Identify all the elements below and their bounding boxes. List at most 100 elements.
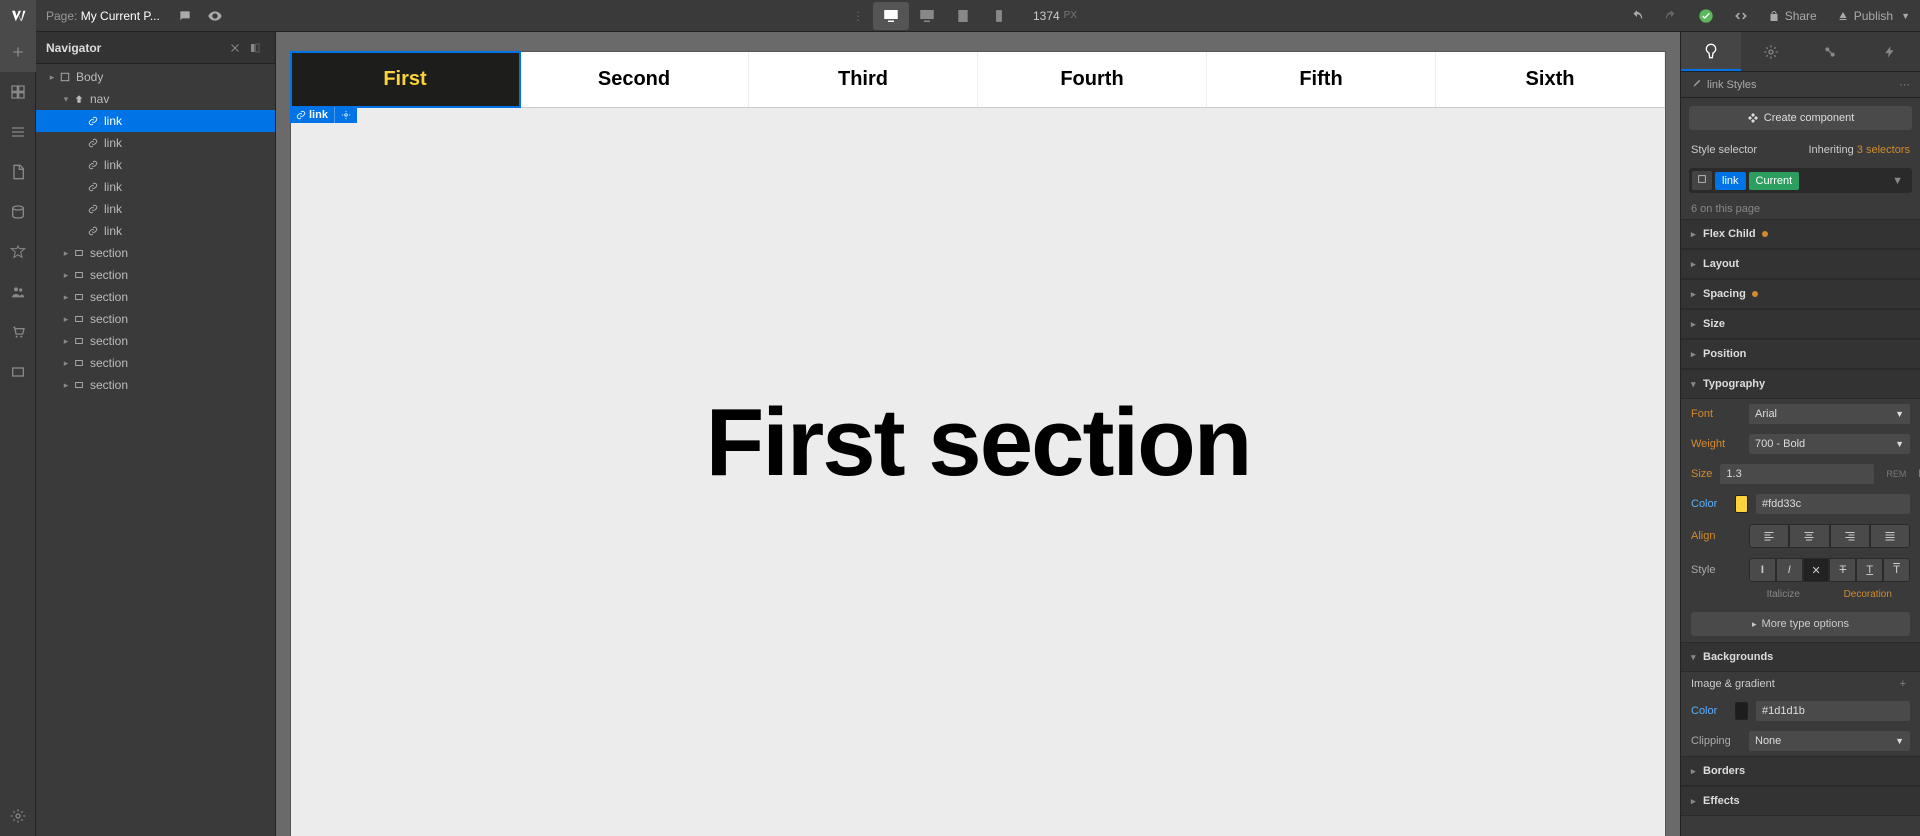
- align-center-button[interactable]: [1789, 524, 1829, 548]
- clipping-select[interactable]: None▼: [1749, 731, 1910, 751]
- effects-tab[interactable]: [1860, 32, 1920, 71]
- deco-strike-button[interactable]: T: [1829, 558, 1856, 582]
- section-backgrounds[interactable]: ▾Backgrounds: [1681, 642, 1920, 672]
- deco-none-button[interactable]: ✕: [1803, 558, 1830, 582]
- section-flex-child[interactable]: ▸Flex Child: [1681, 219, 1920, 249]
- create-component-button[interactable]: Create component: [1689, 106, 1912, 130]
- tree-item-section[interactable]: ▸section: [36, 352, 275, 374]
- status-ok-icon[interactable]: [1688, 0, 1724, 32]
- comments-icon[interactable]: [170, 0, 200, 32]
- navigator-button[interactable]: [0, 112, 36, 152]
- section-size[interactable]: ▸Size: [1681, 309, 1920, 339]
- nav-link-second[interactable]: Second: [520, 52, 749, 107]
- selector-dropdown-icon[interactable]: ▼: [1886, 175, 1909, 187]
- page-label[interactable]: Page: My Current P...: [36, 9, 170, 23]
- nav-link-fifth[interactable]: Fifth: [1207, 52, 1436, 107]
- selector-box[interactable]: link Current ▼: [1681, 162, 1920, 199]
- canvas-page: First linkSecondThirdFourthFifthSixth Fi…: [291, 52, 1665, 836]
- font-select[interactable]: Arial▼: [1749, 404, 1910, 424]
- undo-button[interactable]: [1620, 0, 1654, 32]
- add-background-button[interactable]: +: [1896, 678, 1910, 690]
- nav-link-sixth[interactable]: Sixth: [1436, 52, 1665, 107]
- tree-item-section[interactable]: ▸section: [36, 330, 275, 352]
- preview-icon[interactable]: [200, 0, 230, 32]
- device-tablet[interactable]: [945, 2, 981, 30]
- tree-item-nav[interactable]: ▾nav: [36, 88, 275, 110]
- tree-item-link[interactable]: link: [36, 132, 275, 154]
- italic-on-button[interactable]: I: [1776, 558, 1803, 582]
- section-typography[interactable]: ▾Typography: [1681, 369, 1920, 399]
- interactions-tab[interactable]: [1801, 32, 1861, 71]
- tree-item-section[interactable]: ▸section: [36, 242, 275, 264]
- device-switcher: ⋮ 1374 PX: [843, 0, 1077, 32]
- tree-item-section[interactable]: ▸section: [36, 264, 275, 286]
- logic-button[interactable]: [0, 352, 36, 392]
- tree-item-link[interactable]: link: [36, 198, 275, 220]
- more-type-options-button[interactable]: ▸More type options: [1691, 612, 1910, 636]
- clipping-row: Clipping None▼: [1681, 726, 1920, 756]
- navigator-collapse-icon[interactable]: [225, 38, 245, 58]
- align-row: Align: [1681, 519, 1920, 553]
- bg-color-swatch[interactable]: [1735, 702, 1748, 720]
- tree-item-section[interactable]: ▸section: [36, 374, 275, 396]
- align-left-button[interactable]: [1749, 524, 1789, 548]
- export-code-button[interactable]: [1724, 0, 1758, 32]
- tree-item-link[interactable]: link: [36, 176, 275, 198]
- type-color-swatch[interactable]: [1735, 495, 1748, 513]
- device-desktop[interactable]: [909, 2, 945, 30]
- italic-off-button[interactable]: I: [1749, 558, 1776, 582]
- canvas-width[interactable]: 1374: [1033, 9, 1060, 23]
- nav-link-third[interactable]: Third: [749, 52, 978, 107]
- pages-button[interactable]: [0, 152, 36, 192]
- settings-tab[interactable]: [1741, 32, 1801, 71]
- section-position[interactable]: ▸Position: [1681, 339, 1920, 369]
- cms-button[interactable]: [0, 192, 36, 232]
- more-icon[interactable]: ⋯: [1899, 78, 1910, 91]
- align-right-button[interactable]: [1830, 524, 1870, 548]
- components-button[interactable]: [0, 72, 36, 112]
- selector-tag-current[interactable]: Current: [1749, 172, 1800, 190]
- weight-row: Weight 700 - Bold▼: [1681, 429, 1920, 459]
- nav-link-first[interactable]: First link: [291, 52, 520, 107]
- add-element-button[interactable]: [0, 32, 36, 72]
- size-row: Size REM Height PX: [1681, 459, 1920, 489]
- style-sublabels: Italicize Decoration: [1681, 587, 1920, 606]
- publish-button[interactable]: Publish▼: [1827, 0, 1920, 32]
- tree-item-link[interactable]: link: [36, 110, 275, 132]
- selector-tag-link[interactable]: link: [1715, 172, 1746, 190]
- size-input[interactable]: [1720, 464, 1874, 484]
- image-gradient-row: Image & gradient +: [1681, 672, 1920, 696]
- type-color-input[interactable]: [1756, 494, 1910, 514]
- section-borders[interactable]: ▸Borders: [1681, 756, 1920, 786]
- bg-color-input[interactable]: [1756, 701, 1910, 721]
- users-button[interactable]: [0, 272, 36, 312]
- share-button[interactable]: Share: [1758, 0, 1827, 32]
- tree-item-section[interactable]: ▸section: [36, 286, 275, 308]
- selection-badge[interactable]: link: [290, 107, 334, 123]
- selection-settings-icon[interactable]: [334, 107, 357, 123]
- section-spacing[interactable]: ▸Spacing: [1681, 279, 1920, 309]
- style-tab[interactable]: [1681, 32, 1741, 71]
- tree-item-link[interactable]: link: [36, 154, 275, 176]
- navigator-pin-icon[interactable]: [245, 38, 265, 58]
- weight-select[interactable]: 700 - Bold▼: [1749, 434, 1910, 454]
- section-layout[interactable]: ▸Layout: [1681, 249, 1920, 279]
- nav-link-fourth[interactable]: Fourth: [978, 52, 1207, 107]
- selector-state-icon[interactable]: [1692, 171, 1712, 190]
- webflow-logo[interactable]: [0, 0, 36, 32]
- tree-item-Body[interactable]: ▸Body: [36, 66, 275, 88]
- more-devices-icon[interactable]: ⋮: [843, 0, 873, 32]
- ecommerce-button[interactable]: [0, 312, 36, 352]
- settings-button[interactable]: [0, 796, 36, 836]
- redo-button[interactable]: [1654, 0, 1688, 32]
- align-justify-button[interactable]: [1870, 524, 1910, 548]
- device-desktop-base[interactable]: [873, 2, 909, 30]
- deco-underline-button[interactable]: T: [1856, 558, 1883, 582]
- deco-overline-button[interactable]: T: [1883, 558, 1910, 582]
- device-mobile[interactable]: [981, 2, 1017, 30]
- canvas-nav: First linkSecondThirdFourthFifthSixth: [291, 52, 1665, 108]
- assets-button[interactable]: [0, 232, 36, 272]
- section-effects[interactable]: ▸Effects: [1681, 786, 1920, 816]
- tree-item-section[interactable]: ▸section: [36, 308, 275, 330]
- tree-item-link[interactable]: link: [36, 220, 275, 242]
